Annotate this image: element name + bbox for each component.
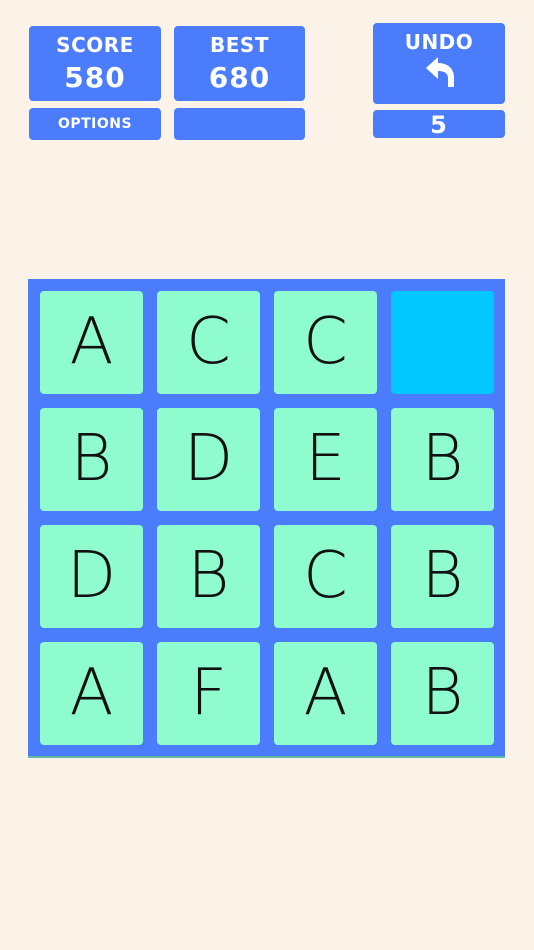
score-label: SCORE [56, 33, 134, 57]
tile-letter: A [303, 656, 348, 730]
undo-arrow-icon [426, 57, 454, 87]
tile[interactable]: C [157, 291, 260, 394]
tile[interactable]: B [157, 525, 260, 628]
tile[interactable]: D [157, 408, 260, 511]
tile[interactable]: B [40, 408, 143, 511]
tile-letter: C [303, 539, 348, 613]
options-button[interactable]: OPTIONS [29, 108, 161, 140]
score-panel: SCORE 580 [29, 26, 161, 101]
tile-letter: B [421, 656, 464, 730]
tile-letter: B [70, 422, 113, 496]
tile-letter: A [69, 656, 114, 730]
tile[interactable]: E [274, 408, 377, 511]
tile[interactable]: C [274, 291, 377, 394]
undo-count-panel: 5 [373, 110, 505, 139]
tile-letter: E [305, 422, 346, 496]
tile-letter: C [303, 305, 348, 379]
undo-button[interactable]: UNDO [373, 23, 505, 104]
tile-letter: D [66, 539, 117, 613]
tile[interactable]: A [274, 642, 377, 745]
tile[interactable]: C [274, 525, 377, 628]
tile[interactable]: B [391, 642, 494, 745]
best-value: 680 [208, 61, 271, 94]
best-panel: BEST 680 [174, 26, 305, 101]
tile-letter: D [183, 422, 234, 496]
tile[interactable]: B [391, 408, 494, 511]
tile[interactable]: B [391, 525, 494, 628]
tile[interactable]: D [40, 525, 143, 628]
tile-letter: F [190, 656, 227, 730]
tile-letter: A [69, 305, 114, 379]
best-label: BEST [210, 33, 269, 57]
tile-letter: B [421, 422, 464, 496]
tile-letter: C [186, 305, 231, 379]
score-value: 580 [64, 61, 126, 94]
undo-label: UNDO [404, 30, 474, 54]
tile[interactable]: A [40, 291, 143, 394]
empty-tile[interactable] [391, 291, 494, 394]
tile-letter [391, 291, 494, 394]
tile-letter: B [421, 539, 464, 613]
tile-letter: B [187, 539, 230, 613]
undo-count: 5 [430, 111, 448, 139]
tile[interactable]: A [40, 642, 143, 745]
tile[interactable]: F [157, 642, 260, 745]
blank-panel [174, 108, 305, 140]
game-board: ACCBDEBDBCBAFAB [28, 279, 505, 758]
